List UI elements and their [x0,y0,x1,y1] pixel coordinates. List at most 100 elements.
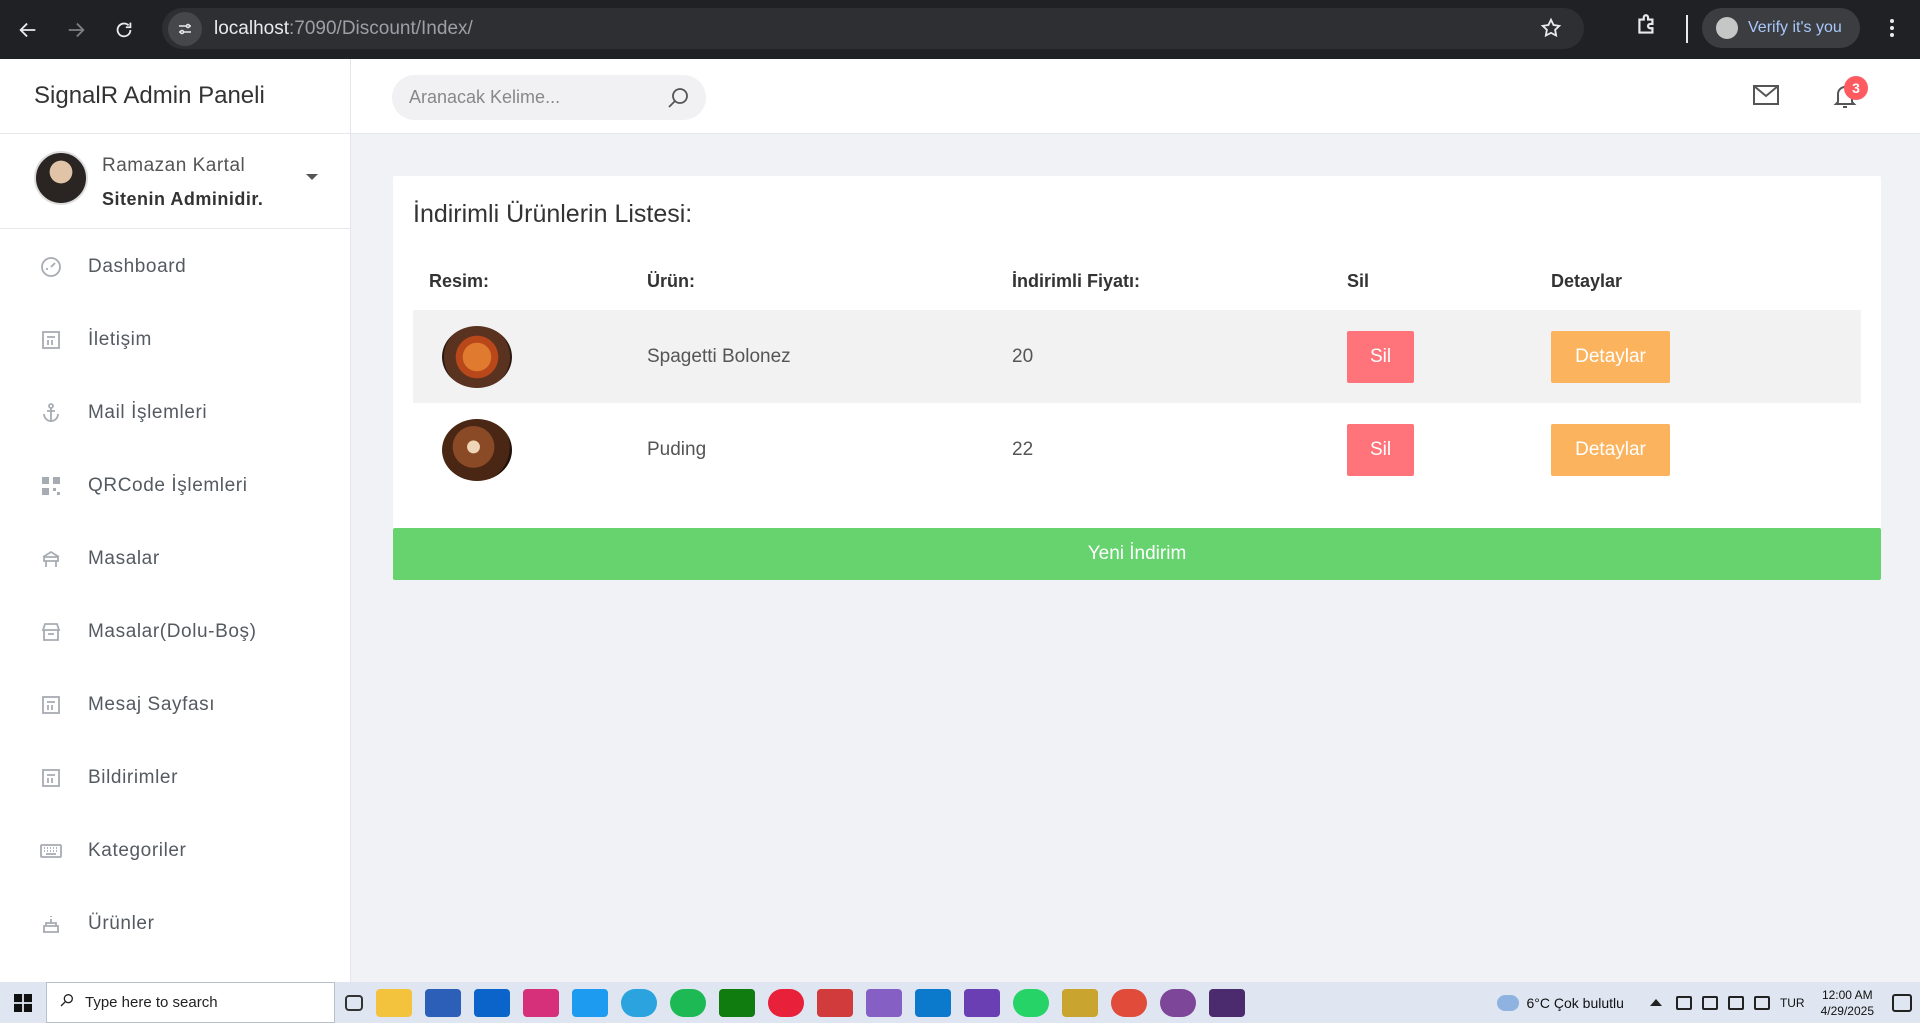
new-discount-button[interactable]: Yeni İndirim [393,528,1881,580]
snipping-tool-icon[interactable] [1062,988,1098,1017]
image-cell [413,418,647,481]
system-tray: 6°C Çok bulutlu TUR 12:00 AM 4/29/2025 [1496,982,1920,1023]
clock-time: 12:00 AM [1821,987,1873,1002]
user-role: Sitenin Adminidir. [102,189,264,209]
avatar [34,151,88,205]
store-icon[interactable] [425,988,461,1017]
column-header: İndirimli Fiyatı: [1012,270,1141,291]
delete-cell: Sil [1347,330,1551,383]
wifi-icon[interactable] [1753,995,1770,1010]
volume-icon[interactable] [1727,995,1744,1010]
sidebar-item-label: Masalar(Dolu-Boş) [88,620,257,642]
table-icon [38,546,64,572]
discount-table: Resim: Ürün: İndirimli Fiyatı: Sil Detay… [413,252,1861,496]
taskbar-search[interactable]: Type here to search [46,982,335,1023]
windows-start-icon[interactable] [0,982,46,1023]
search-box [392,75,706,120]
details-button[interactable]: Detaylar [1551,423,1670,476]
sidebar-item-urunler[interactable]: Ürünler [0,887,350,960]
delete-button[interactable]: Sil [1347,423,1414,476]
address-bar[interactable]: localhost:7090/Discount/Index/ [162,8,1584,49]
forward-button[interactable] [56,10,96,50]
details-cell: Detaylar [1551,423,1861,476]
sidebar-item-kategoriler[interactable]: Kategoriler [0,814,350,887]
clock-date: 4/29/2025 [1820,1003,1874,1018]
topbar: 3 [351,59,1920,134]
weather-icon[interactable] [1496,994,1519,1011]
file-explorer-icon[interactable] [376,988,412,1017]
language-indicator[interactable]: TUR [1780,996,1805,1010]
qrcode-icon [38,473,64,499]
sidebar-item-dashboard[interactable]: Dashboard [0,230,350,303]
details-button[interactable]: Detaylar [1551,330,1670,383]
clock[interactable]: 12:00 AM 4/29/2025 [1821,987,1874,1019]
browser-toolbar: localhost:7090/Discount/Index/ Verify it… [0,0,1920,59]
weather-text[interactable]: 6°C Çok bulutlu [1527,995,1624,1011]
discount-price: 22 [1012,438,1034,460]
sidebar-item-mesaj[interactable]: Mesaj Sayfası [0,668,350,741]
toolbox-icon[interactable] [817,988,853,1017]
visual-studio-icon[interactable] [866,988,902,1017]
verify-profile-button[interactable]: Verify it's you [1702,8,1860,48]
sidebar-item-iletisim[interactable]: İletişim [0,303,350,376]
taskbar: Type here to search 6°C Çok bulutlu TUR … [0,982,1920,1023]
site-info-icon[interactable] [168,11,202,46]
chevron-up-icon[interactable] [1649,999,1662,1006]
sidebar-item-label: Ürünler [88,912,155,934]
brand-title[interactable]: SignalR Admin Paneli [0,59,350,134]
chevron-down-icon[interactable] [306,174,318,180]
notification-center-icon[interactable] [1892,993,1912,1012]
twitter-icon[interactable] [572,988,608,1017]
tor-icon[interactable] [1160,988,1196,1017]
search-input[interactable] [409,87,649,108]
sidebar-item-masalar[interactable]: Masalar [0,522,350,595]
whatsapp-icon[interactable] [1013,988,1049,1017]
table-row: Puding 22 Sil Detaylar [413,403,1861,496]
arrow-right-icon [68,22,85,37]
instagram-icon[interactable] [523,988,559,1017]
outlook-icon[interactable] [474,988,510,1017]
taskbar-apps [345,988,1258,1017]
sidebar-item-label: Mesaj Sayfası [88,693,216,715]
notification-icon [38,765,64,791]
chrome-icon[interactable] [1111,988,1147,1017]
product-name: Spagetti Bolonez [647,345,791,367]
visual-studio-2-icon[interactable] [964,988,1000,1017]
opera-icon[interactable] [768,988,804,1017]
back-button[interactable] [8,10,48,50]
message-icon [38,692,64,718]
browser-menu-icon[interactable] [1880,14,1904,47]
sidebar-item-qrcode[interactable]: QRCode İşlemleri [0,449,350,522]
sidebar-item-mail[interactable]: Mail İşlemleri [0,376,350,449]
product-image [442,418,512,481]
sidebar-item-label: Bildirimler [88,766,178,788]
battery-icon[interactable] [1701,995,1718,1010]
sidebar-menu: Dashboard İletişim Mail İşlemleri QRCode… [0,230,350,960]
telegram-icon[interactable] [621,988,657,1017]
notification-badge: 3 [1844,76,1868,100]
search-icon[interactable] [666,86,690,115]
sidebar-item-masalar-durum[interactable]: Masalar(Dolu-Boş) [0,595,350,668]
extensions-icon[interactable] [1634,12,1660,43]
task-view-icon[interactable] [345,994,363,1011]
xbox-icon[interactable] [719,988,755,1017]
terminal-icon[interactable] [1209,988,1245,1017]
table-header: Resim: Ürün: İndirimli Fiyatı: Sil Detay… [413,252,1861,310]
taskbar-search-placeholder: Type here to search [85,994,218,1011]
sidebar-item-label: Masalar [88,547,160,569]
sidebar-item-bildirimler[interactable]: Bildirimler [0,741,350,814]
delete-button[interactable]: Sil [1347,330,1414,383]
sidebar-item-label: İletişim [88,328,152,350]
discount-list-card: İndirimli Ürünlerin Listesi: Resim: Ürün… [393,176,1881,531]
bookmark-star-icon[interactable] [1540,17,1562,44]
sidebar: SignalR Admin Paneli Ramazan Kartal Site… [0,59,351,982]
sidebar-item-label: Mail İşlemleri [88,401,208,423]
network-icon[interactable] [1675,995,1692,1010]
reload-icon [116,22,132,37]
spotify-icon[interactable] [670,988,706,1017]
vscode-icon[interactable] [915,988,951,1017]
table-status-icon [38,619,64,645]
user-panel[interactable]: Ramazan Kartal Sitenin Adminidir. [0,134,350,229]
mail-icon[interactable] [1752,84,1780,111]
reload-button[interactable] [104,10,144,50]
